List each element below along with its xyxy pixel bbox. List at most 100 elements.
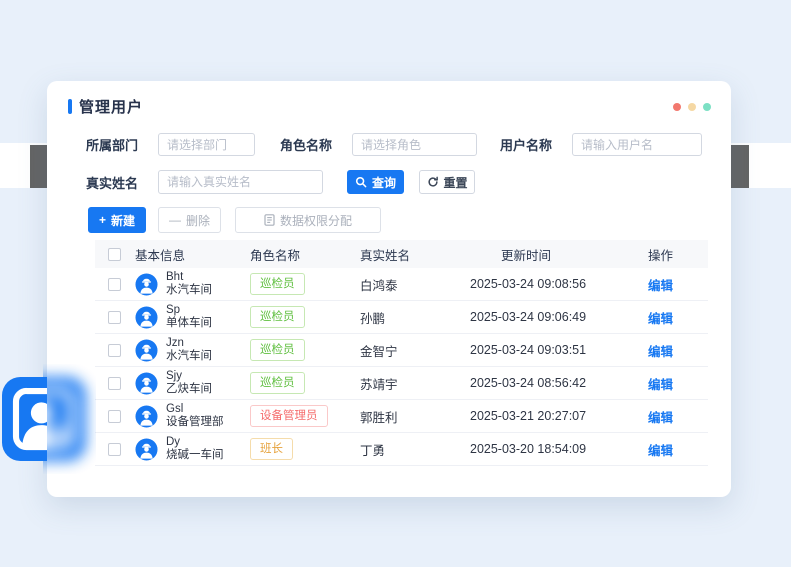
row-department: 设备管理部 xyxy=(166,416,224,430)
user-avatar-icon xyxy=(135,438,158,461)
row-real-name: 苏靖宇 xyxy=(355,374,465,393)
edit-link[interactable]: 编辑 xyxy=(648,345,673,359)
row-checkbox[interactable] xyxy=(108,377,121,390)
table-row: Gsl 设备管理部 设备管理员 郭胜利 2025-03-21 20:27:07 … xyxy=(95,400,708,433)
row-real-name: 金智宁 xyxy=(355,341,465,360)
row-real-name: 白鸿泰 xyxy=(355,275,465,294)
user-avatar-icon xyxy=(135,405,158,428)
plus-icon: + xyxy=(99,214,106,226)
search-button-label: 查询 xyxy=(372,174,396,191)
role-tag: 班长 xyxy=(250,438,293,460)
role-tag: 巡检员 xyxy=(250,372,305,394)
header-updated: 更新时间 xyxy=(465,245,640,264)
header-role: 角色名称 xyxy=(245,245,355,264)
row-username: Dy xyxy=(166,436,224,450)
row-updated-time: 2025-03-24 08:56:42 xyxy=(465,376,640,390)
row-checkbox[interactable] xyxy=(108,311,121,324)
username-label: 用户名称 xyxy=(500,135,552,154)
row-updated-time: 2025-03-24 09:03:51 xyxy=(465,343,640,357)
row-username: Jzn xyxy=(166,337,212,351)
reset-button-label: 重置 xyxy=(444,174,468,191)
row-department: 单体车间 xyxy=(166,317,212,331)
role-tag: 巡检员 xyxy=(250,339,305,361)
row-username: Sp xyxy=(166,304,212,318)
row-checkbox[interactable] xyxy=(108,278,121,291)
header-info: 基本信息 xyxy=(133,245,245,264)
refresh-icon xyxy=(427,176,439,188)
row-department: 乙炔车间 xyxy=(166,383,212,397)
edit-link[interactable]: 编辑 xyxy=(648,378,673,392)
header-real-name: 真实姓名 xyxy=(355,245,465,264)
create-button-label: 新建 xyxy=(111,212,135,229)
table-row: Dy 烧碱一车间 班长 丁勇 2025-03-20 18:54:09 编辑 xyxy=(95,433,708,466)
red-dot-icon xyxy=(673,103,681,111)
user-avatar-icon xyxy=(135,339,158,362)
real-name-input[interactable] xyxy=(158,170,323,194)
select-all-checkbox[interactable] xyxy=(108,248,121,261)
document-icon xyxy=(264,214,275,226)
search-button[interactable]: 查询 xyxy=(347,170,404,194)
window-dots xyxy=(673,103,711,111)
row-updated-time: 2025-03-24 09:06:49 xyxy=(465,310,640,324)
role-label: 角色名称 xyxy=(280,135,332,154)
toolbar: + 新建 — 删除 数据权限分配 xyxy=(88,207,381,233)
row-real-name: 郭胜利 xyxy=(355,407,465,426)
minus-icon: — xyxy=(169,214,181,226)
reset-button[interactable]: 重置 xyxy=(419,170,475,194)
card-header: 管理用户 xyxy=(68,96,711,117)
table-row: Sp 单体车间 巡检员 孙鹏 2025-03-24 09:06:49 编辑 xyxy=(95,301,708,334)
table-header-row: 基本信息 角色名称 真实姓名 更新时间 操作 xyxy=(95,240,708,268)
background-gray-bar-left xyxy=(30,145,47,188)
department-label: 所属部门 xyxy=(86,135,138,154)
row-checkbox[interactable] xyxy=(108,344,121,357)
create-button[interactable]: + 新建 xyxy=(88,207,146,233)
role-tag: 巡检员 xyxy=(250,306,305,328)
row-username: Bht xyxy=(166,271,212,285)
username-input[interactable] xyxy=(572,133,702,156)
title-accent-bar xyxy=(68,99,72,114)
row-real-name: 孙鹏 xyxy=(355,308,465,327)
data-permission-button[interactable]: 数据权限分配 xyxy=(235,207,381,233)
delete-button-label: 删除 xyxy=(186,212,210,229)
yellow-dot-icon xyxy=(688,103,696,111)
row-username: Gsl xyxy=(166,403,224,417)
users-table: 基本信息 角色名称 真实姓名 更新时间 操作 xyxy=(95,240,708,466)
row-updated-time: 2025-03-24 09:08:56 xyxy=(465,277,640,291)
edit-link[interactable]: 编辑 xyxy=(648,444,673,458)
row-department: 烧碱一车间 xyxy=(166,449,224,463)
filter-row-1: 所属部门 角色名称 用户名称 xyxy=(86,133,702,156)
row-checkbox[interactable] xyxy=(108,410,121,423)
screen: 管理用户 所属部门 角色名称 用户名称 真实姓名 xyxy=(0,0,791,567)
real-name-label: 真实姓名 xyxy=(86,173,138,192)
header-action: 操作 xyxy=(640,245,708,264)
role-select[interactable] xyxy=(352,133,477,156)
user-avatar-icon xyxy=(135,306,158,329)
search-icon xyxy=(355,176,367,188)
edit-link[interactable]: 编辑 xyxy=(648,411,673,425)
user-avatar-icon xyxy=(135,273,158,296)
row-department: 水汽车间 xyxy=(166,350,212,364)
green-dot-icon xyxy=(703,103,711,111)
page-title: 管理用户 xyxy=(79,96,143,117)
user-management-decor-icon xyxy=(2,374,86,464)
row-username: Sjy xyxy=(166,370,212,384)
role-tag: 巡检员 xyxy=(250,273,305,295)
department-select[interactable] xyxy=(158,133,255,156)
edit-link[interactable]: 编辑 xyxy=(648,312,673,326)
manage-users-card: 管理用户 所属部门 角色名称 用户名称 真实姓名 xyxy=(47,81,731,497)
delete-button[interactable]: — 删除 xyxy=(158,207,221,233)
data-permission-button-label: 数据权限分配 xyxy=(280,212,352,229)
row-updated-time: 2025-03-20 18:54:09 xyxy=(465,442,640,456)
row-department: 水汽车间 xyxy=(166,284,212,298)
role-tag: 设备管理员 xyxy=(250,405,328,427)
user-avatar-icon xyxy=(135,372,158,395)
row-checkbox[interactable] xyxy=(108,443,121,456)
table-row: Jzn 水汽车间 巡检员 金智宁 2025-03-24 09:03:51 编辑 xyxy=(95,334,708,367)
row-updated-time: 2025-03-21 20:27:07 xyxy=(465,409,640,423)
table-row: Sjy 乙炔车间 巡检员 苏靖宇 2025-03-24 08:56:42 编辑 xyxy=(95,367,708,400)
filter-row-2: 真实姓名 查询 重置 xyxy=(86,170,475,194)
table-row: Bht 水汽车间 巡检员 白鸿泰 2025-03-24 09:08:56 编辑 xyxy=(95,268,708,301)
edit-link[interactable]: 编辑 xyxy=(648,279,673,293)
row-real-name: 丁勇 xyxy=(355,440,465,459)
background-gray-bar-right xyxy=(731,145,749,188)
